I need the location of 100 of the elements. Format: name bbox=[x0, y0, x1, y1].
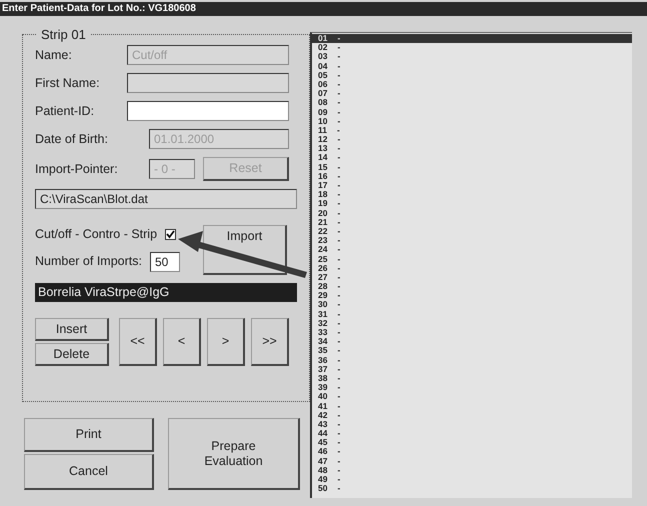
strip-mark: - bbox=[337, 438, 340, 448]
list-row[interactable]: 12 - bbox=[312, 135, 632, 144]
strip-mark: - bbox=[337, 475, 340, 484]
list-row[interactable]: 48 - bbox=[312, 466, 632, 475]
list-row[interactable]: 44 - bbox=[312, 429, 632, 438]
list-row[interactable]: 10 - bbox=[312, 116, 632, 126]
imports-field[interactable]: 50 bbox=[150, 252, 180, 272]
list-row[interactable]: 33 - bbox=[312, 328, 632, 338]
list-row[interactable]: 05 - bbox=[312, 70, 632, 80]
list-row[interactable]: 02 - bbox=[312, 43, 632, 52]
strip-mark: - bbox=[337, 466, 340, 475]
list-row[interactable]: 27 - bbox=[312, 272, 632, 282]
list-row[interactable]: 42 - bbox=[312, 410, 632, 420]
prepare-evaluation-button[interactable]: Prepare Evaluation bbox=[168, 418, 300, 490]
strip-mark: - bbox=[337, 181, 340, 190]
list-row[interactable]: 18 - bbox=[312, 190, 632, 200]
strip-number: 17 bbox=[318, 181, 328, 190]
list-row[interactable]: 29 - bbox=[312, 291, 632, 300]
list-row[interactable]: 04 - bbox=[312, 62, 632, 71]
strip-mark: - bbox=[337, 80, 340, 90]
strip-mark: - bbox=[337, 328, 340, 338]
list-row[interactable]: 07 - bbox=[312, 89, 632, 98]
list-row[interactable]: 23 - bbox=[312, 236, 632, 246]
strip-mark: - bbox=[337, 383, 340, 392]
delete-button[interactable]: Delete bbox=[35, 343, 109, 366]
list-row[interactable]: 35 - bbox=[312, 346, 632, 356]
list-row[interactable]: 11 - bbox=[312, 126, 632, 136]
list-row[interactable]: 41 - bbox=[312, 402, 632, 411]
strip-mark: - bbox=[337, 116, 340, 126]
list-row[interactable]: 20 - bbox=[312, 208, 632, 218]
strip-number: 10 bbox=[318, 116, 328, 126]
list-row[interactable]: 09 - bbox=[312, 108, 632, 117]
list-row[interactable]: 47 - bbox=[312, 456, 632, 466]
strip-number: 32 bbox=[318, 318, 328, 328]
list-row[interactable]: 17 - bbox=[312, 181, 632, 190]
strip-mark: - bbox=[337, 34, 340, 44]
list-row[interactable]: 28 - bbox=[312, 282, 632, 292]
strip-mark: - bbox=[337, 98, 340, 108]
list-row[interactable]: 22 - bbox=[312, 226, 632, 236]
list-row[interactable]: 06 - bbox=[312, 80, 632, 90]
strip-number: 47 bbox=[318, 456, 328, 466]
list-row[interactable]: 50 - bbox=[312, 484, 632, 494]
field-label: Number of Imports: bbox=[35, 253, 142, 270]
navigation-button[interactable]: >> bbox=[251, 318, 289, 366]
strip-mark: - bbox=[337, 126, 340, 136]
list-row[interactable]: 45 - bbox=[312, 438, 632, 448]
strip-number: 18 bbox=[318, 190, 328, 200]
list-row[interactable]: 31 - bbox=[312, 310, 632, 319]
test-name-bar: Borrelia ViraStrpe@IgG bbox=[35, 283, 297, 302]
strip-mark: - bbox=[337, 62, 340, 71]
list-row[interactable]: 01 - bbox=[312, 34, 632, 44]
list-row[interactable]: 40 - bbox=[312, 392, 632, 402]
list-row[interactable]: 26 - bbox=[312, 264, 632, 273]
cancel-button[interactable]: Cancel bbox=[24, 454, 154, 490]
navigation-button[interactable]: > bbox=[207, 318, 245, 366]
list-row[interactable]: 30 - bbox=[312, 300, 632, 310]
field-label: Date of Birth: bbox=[35, 130, 109, 148]
list-row[interactable]: 14 - bbox=[312, 153, 632, 163]
list-row[interactable]: 24 - bbox=[312, 245, 632, 254]
list-row[interactable]: 39 - bbox=[312, 383, 632, 392]
strip-number: 08 bbox=[318, 98, 328, 108]
strip-number: 09 bbox=[318, 108, 328, 117]
navigation-button[interactable]: << bbox=[119, 318, 157, 366]
strip-mark: - bbox=[337, 429, 340, 438]
strip-mark: - bbox=[337, 89, 340, 98]
strip-mark: - bbox=[337, 208, 340, 218]
navigation-button[interactable]: < bbox=[163, 318, 201, 366]
print-button[interactable]: Print bbox=[24, 418, 154, 452]
list-row[interactable]: 38 - bbox=[312, 374, 632, 384]
strip-number: 23 bbox=[318, 236, 328, 246]
strip-mark: - bbox=[337, 264, 340, 273]
window-title: Enter Patient-Data for Lot No.: VG180608 bbox=[0, 2, 647, 16]
field-label: First Name: bbox=[35, 74, 101, 92]
list-row[interactable]: 32 - bbox=[312, 318, 632, 328]
list-row[interactable]: 08 - bbox=[312, 98, 632, 108]
list-row[interactable]: 19 - bbox=[312, 199, 632, 209]
list-row[interactable]: 46 - bbox=[312, 447, 632, 457]
list-row[interactable]: 15 - bbox=[312, 162, 632, 172]
list-row[interactable]: 43 - bbox=[312, 420, 632, 430]
strip-number: 30 bbox=[318, 300, 328, 310]
list-row[interactable]: 49 - bbox=[312, 475, 632, 484]
strip-mark: - bbox=[337, 337, 340, 346]
strip-number: 01 bbox=[318, 34, 328, 44]
strip-number: 05 bbox=[318, 70, 328, 80]
list-row[interactable]: 21 - bbox=[312, 218, 632, 227]
list-row[interactable]: 13 - bbox=[312, 144, 632, 154]
list-row[interactable]: 16 - bbox=[312, 172, 632, 181]
list-row[interactable]: 34 - bbox=[312, 337, 632, 346]
checkbox[interactable] bbox=[165, 228, 176, 240]
strip-mark: - bbox=[337, 153, 340, 163]
strip-number: 02 bbox=[318, 43, 328, 52]
strip-number: 40 bbox=[318, 392, 328, 402]
list-row[interactable]: 37 - bbox=[312, 364, 632, 374]
strip-number: 12 bbox=[318, 135, 328, 144]
strip-mark: - bbox=[337, 236, 340, 246]
list-row[interactable]: 25 - bbox=[312, 254, 632, 264]
list-row[interactable]: 36 - bbox=[312, 356, 632, 365]
list-row[interactable]: 03 - bbox=[312, 52, 632, 62]
text-field[interactable] bbox=[127, 101, 289, 121]
insert-button[interactable]: Insert bbox=[35, 318, 109, 341]
